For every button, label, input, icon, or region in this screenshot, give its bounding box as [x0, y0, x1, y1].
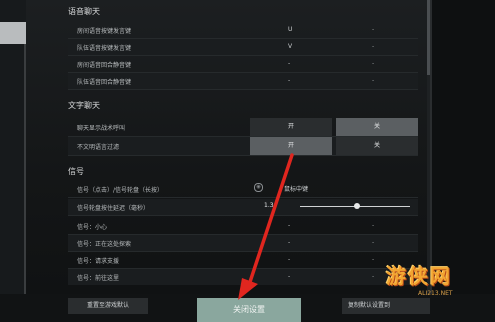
key-binding[interactable]: - — [288, 239, 290, 246]
row-label: 队伍语音回合静音键 — [77, 79, 132, 86]
key-binding[interactable]: V — [288, 43, 292, 50]
row-label: 房间语音按键发言键 — [77, 28, 132, 35]
toggle-off-button[interactable]: 关 — [336, 137, 418, 155]
row-label: 信号（点击）/信号轮盘（长按） — [77, 187, 164, 194]
alt-key-binding[interactable]: - — [372, 273, 374, 280]
row-label: 信号轮盘按住延迟（毫秒） — [77, 205, 150, 212]
slider-value: 1.3 — [264, 202, 274, 209]
section-voice-chat: 语音聊天 — [68, 7, 100, 16]
row-label: 队伍语音按键发言键 — [77, 45, 132, 52]
alt-key-binding[interactable]: - — [372, 239, 374, 246]
section-signal: 信号 — [68, 167, 84, 176]
left-divider — [24, 44, 26, 294]
settings-row[interactable]: 信号：正在这处探索 - - — [68, 235, 418, 252]
settings-row[interactable]: 房间语音回合静音键 - - — [68, 56, 418, 73]
toggle-off-button[interactable]: 关 — [336, 118, 418, 136]
key-binding[interactable]: - — [288, 60, 290, 67]
copy-defaults-button[interactable]: 复制默认设置到 — [342, 298, 430, 314]
alt-key-binding[interactable]: - — [372, 26, 374, 33]
settings-row[interactable]: 信号轮盘按住延迟（毫秒） — [68, 199, 418, 216]
left-category-tab-selected[interactable] — [0, 22, 26, 44]
key-binding[interactable]: - — [288, 222, 290, 229]
settings-row[interactable]: 信号：小心 - - — [68, 218, 418, 235]
right-divider — [430, 0, 432, 300]
alt-key-binding[interactable]: - — [372, 222, 374, 229]
toggle-group: 开 关 — [250, 118, 418, 136]
left-category-panel — [0, 0, 26, 300]
settings-row[interactable]: 队伍语音回合静音键 - - — [68, 73, 418, 90]
row-label: 信号：正在这处探索 — [77, 241, 132, 248]
toggle-group: 开 关 — [250, 137, 418, 155]
key-binding[interactable]: - — [288, 256, 290, 263]
alt-key-binding[interactable]: - — [372, 77, 374, 84]
alt-key-binding[interactable]: - — [372, 256, 374, 263]
alt-key-binding[interactable]: - — [372, 43, 374, 50]
row-label: 房间语音回合静音键 — [77, 62, 132, 69]
settings-row[interactable]: 房间语音按键发言键 U - — [68, 22, 418, 39]
row-label: 信号：前往这里 — [77, 275, 120, 282]
settings-row[interactable]: 信号：请求支援 - - — [68, 252, 418, 269]
key-binding[interactable]: 鼠标中键 — [284, 184, 308, 193]
watermark-url: ALI213.NET — [418, 290, 453, 297]
key-binding[interactable]: U — [288, 26, 292, 33]
reset-defaults-button[interactable]: 重置至游戏默认 — [68, 298, 148, 314]
toggle-on-button[interactable]: 开 — [250, 118, 332, 136]
row-label: 信号：请求支援 — [77, 258, 120, 265]
delay-slider-knob[interactable] — [354, 203, 360, 209]
row-label: 不文明语言过滤 — [77, 144, 120, 151]
mouse-icon: ◉ — [254, 183, 263, 192]
toggle-on-button[interactable]: 开 — [250, 137, 332, 155]
row-label: 聊天显示战术呼叫 — [77, 125, 126, 132]
close-settings-button[interactable]: 关闭设置 — [197, 298, 301, 322]
settings-row[interactable]: 信号：前往这里 - - — [68, 269, 418, 285]
alt-key-binding[interactable]: - — [372, 60, 374, 67]
settings-row[interactable]: 队伍语音按键发言键 V - — [68, 39, 418, 56]
settings-row[interactable]: 信号（点击）/信号轮盘（长按） — [68, 181, 418, 198]
key-binding[interactable]: - — [288, 273, 290, 280]
row-label: 信号：小心 — [77, 224, 108, 231]
key-binding[interactable]: - — [288, 77, 290, 84]
watermark-logo: 游侠网 — [386, 264, 452, 288]
section-text-chat: 文字聊天 — [68, 101, 100, 110]
